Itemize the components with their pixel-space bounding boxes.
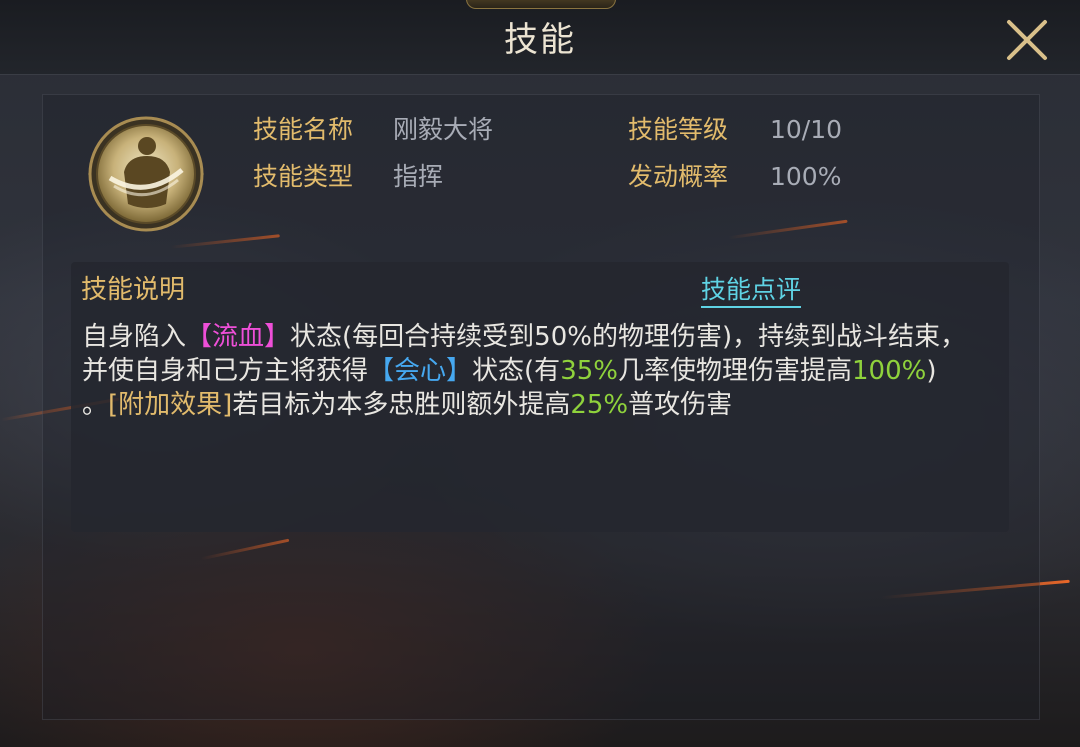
desc-segment: ) <box>926 356 937 386</box>
skill-review-link[interactable]: 技能点评 <box>701 272 802 308</box>
bleed-status-tag: 【流血】 <box>186 322 291 352</box>
trigger-rate-label: 发动概率 <box>628 162 729 191</box>
skill-name-label: 技能名称 <box>253 115 354 144</box>
skill-level-value: 10/10 <box>770 115 843 144</box>
desc-segment: 状态(有 <box>472 356 561 386</box>
description-text: 自身陷入【流血】状态(每回合持续受到50%的物理伤害)，持续到战斗结束，并使自身… <box>82 320 992 422</box>
extra-effect-tag: [附加效果] <box>108 390 233 420</box>
damage-boost-value: 100% <box>852 356 927 386</box>
close-button[interactable] <box>1002 16 1052 64</box>
skill-type-label: 技能类型 <box>253 162 354 191</box>
desc-segment: 几率使物理伤害提高 <box>617 356 852 386</box>
skill-level-label: 技能等级 <box>628 115 729 144</box>
warrior-emblem-icon <box>84 112 208 236</box>
crit-chance-value: 35% <box>560 356 618 386</box>
crit-status-tag: 【会心】 <box>368 356 473 386</box>
desc-segment: 。 <box>82 390 109 420</box>
extra-damage-value: 25% <box>570 390 629 420</box>
trigger-rate-value: 100% <box>770 162 842 191</box>
desc-segment: 自身陷入 <box>82 322 187 352</box>
window-header: 技能 <box>0 0 1080 75</box>
close-x-icon[interactable] <box>1002 16 1052 64</box>
window-title: 技能 <box>504 20 576 60</box>
description-title: 技能说明 <box>81 275 186 305</box>
skill-name-value: 刚毅大将 <box>393 115 494 144</box>
desc-segment: 若目标为本多忠胜则额外提高 <box>232 390 571 420</box>
desc-segment: 普攻伤害 <box>628 390 733 420</box>
skill-type-value: 指挥 <box>393 162 444 191</box>
